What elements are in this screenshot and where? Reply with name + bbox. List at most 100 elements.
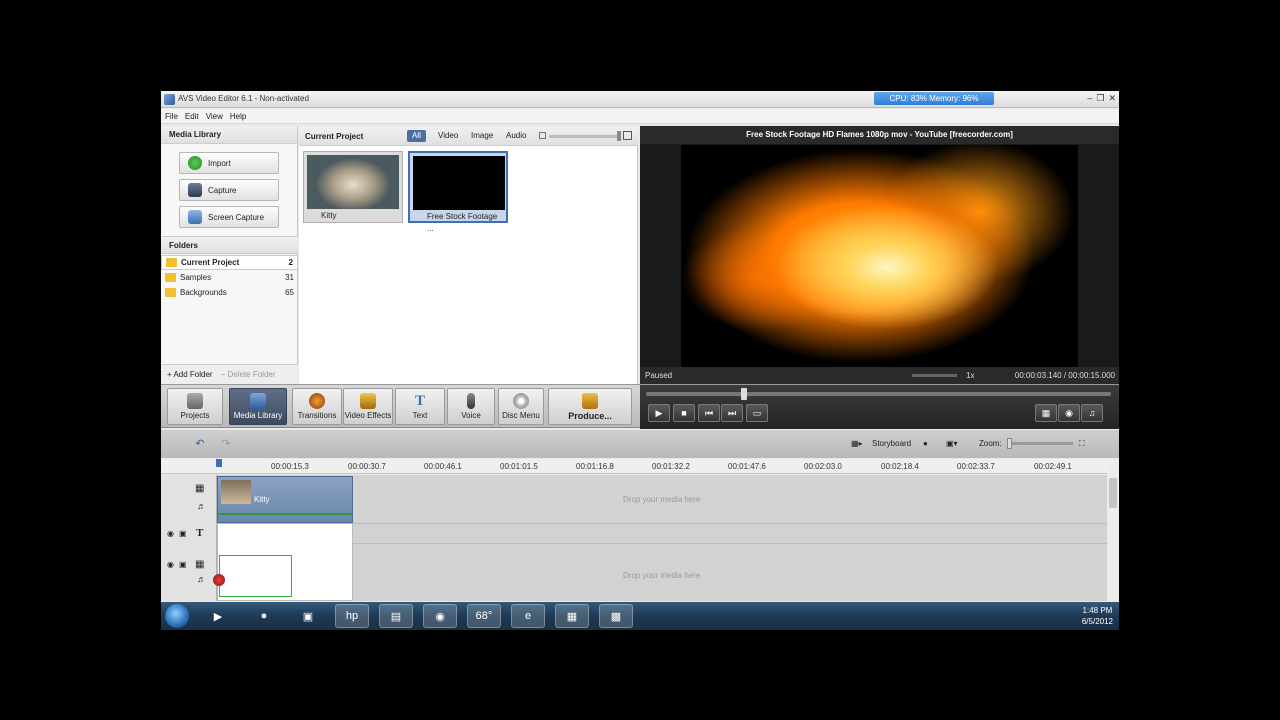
visibility-icon[interactable]: ◉ — [167, 560, 174, 569]
close-icon[interactable]: ✕ — [1108, 93, 1116, 104]
video-effects-label: Video Effects — [344, 411, 392, 420]
seek-bar[interactable] — [646, 388, 1111, 400]
text-label: Text — [412, 411, 428, 420]
ruler-tick: 00:00:46.1 — [424, 462, 462, 471]
visibility-icon[interactable]: ◉ — [167, 529, 174, 538]
preview-status-bar: Paused 1x 00:00:03.140 / 00:00:15.000 — [640, 367, 1119, 384]
delete-folder-button[interactable]: − Delete Folder — [221, 370, 276, 379]
zoom-slider[interactable] — [1007, 438, 1073, 449]
fit-icon[interactable]: ⛶ — [1079, 439, 1085, 449]
disc-menu-button[interactable]: Disc Menu — [498, 388, 544, 425]
playback-time: 00:00:03.140 / 00:00:15.000 — [1014, 371, 1115, 380]
media-item-kitty[interactable]: Kitty — [303, 151, 403, 223]
playback-controls: ▶ ■ ⏮ ⏭ ▭ ▦ ◉ ♫ — [640, 385, 1119, 429]
save-disk-icon[interactable]: ▩ — [599, 604, 633, 628]
voice-record-icon[interactable]: ● — [923, 439, 928, 448]
main-toolbar: Projects Media Library Transitions Video… — [161, 384, 1119, 429]
internet-explorer-icon[interactable]: e — [511, 604, 545, 628]
text-track-icon: T — [196, 527, 204, 539]
audio-track-icon: ♬ — [197, 501, 206, 511]
media-library-header: Media Library — [161, 126, 297, 144]
filter-image[interactable]: Image — [466, 130, 498, 142]
produce-button[interactable]: Produce... — [548, 388, 632, 425]
stop-button[interactable]: ■ — [673, 404, 695, 422]
transitions-button[interactable]: Transitions — [292, 388, 342, 425]
playhead-marker[interactable] — [216, 459, 222, 467]
text-button[interactable]: T Text — [395, 388, 445, 425]
media-player-icon[interactable]: ▶ — [201, 604, 235, 628]
menu-file[interactable]: File — [165, 112, 178, 121]
display-options-icon[interactable]: ▣▾ — [946, 439, 958, 448]
weather-gadget[interactable]: 68° — [467, 604, 501, 628]
small-thumb-icon[interactable] — [539, 132, 546, 139]
ruler-tick: 00:01:47.6 — [728, 462, 766, 471]
capture-button[interactable]: Capture — [179, 179, 279, 201]
volume-icon[interactable]: ♫ — [1081, 404, 1103, 422]
overlay-track-icon: ▦ — [195, 559, 205, 570]
filter-audio[interactable]: Audio — [501, 130, 531, 142]
media-library-panel: Media Library Import Capture Screen Capt… — [161, 126, 298, 384]
overlay-audio-icon: ♬ — [197, 574, 206, 584]
project-header: Current Project All Video Image Audio — [299, 126, 638, 146]
ruler-tick: 00:01:16.8 — [576, 462, 614, 471]
screen-capture-button[interactable]: Screen Capture — [179, 206, 279, 228]
track-controls: ▦ ♬ ◉ ▣ T ◉ ▣ ▦ ♬ — [161, 475, 217, 601]
media-library-button[interactable]: Media Library — [229, 388, 287, 425]
add-folder-button[interactable]: + Add Folder — [167, 370, 213, 379]
desktop-screen: AVS Video Editor 6.1 - Non-activated CPU… — [161, 91, 1119, 630]
redo-icon[interactable]: ↷ — [217, 437, 235, 451]
snapshot-settings-button[interactable]: ▦ — [1035, 404, 1057, 422]
filter-all[interactable]: All — [407, 130, 426, 142]
hp-icon[interactable]: hp — [335, 604, 369, 628]
folder-item-backgrounds[interactable]: Backgrounds 65 — [161, 285, 298, 300]
firefox-icon[interactable]: ◉ — [423, 604, 457, 628]
ruler-tick: 00:00:30.7 — [348, 462, 386, 471]
timeline-scrollbar[interactable] — [1107, 460, 1119, 601]
menu-edit[interactable]: Edit — [185, 112, 199, 121]
next-frame-button[interactable]: ⏭ — [721, 404, 743, 422]
fullscreen-button[interactable]: ▭ — [746, 404, 768, 422]
folder-item-current-project[interactable]: Current Project 2 — [161, 255, 298, 270]
previous-frame-button[interactable]: ⏮ — [698, 404, 720, 422]
menu-view[interactable]: View — [206, 112, 223, 121]
timeline-clip-kitty[interactable]: Kitty — [217, 476, 353, 523]
lock-icon[interactable]: ▣ — [179, 560, 187, 569]
menu-help[interactable]: Help — [230, 112, 246, 121]
large-thumb-icon[interactable] — [623, 131, 632, 140]
file-explorer-icon[interactable]: ▤ — [379, 604, 413, 628]
app-icon-2[interactable]: ▣ — [291, 604, 325, 628]
speed-slider[interactable] — [912, 374, 957, 377]
ruler-tick: 00:00:15.3 — [271, 462, 309, 471]
import-button[interactable]: Import — [179, 152, 279, 174]
video-editor-icon[interactable]: ▦ — [555, 604, 589, 628]
projects-button[interactable]: Projects — [167, 388, 223, 425]
voice-button[interactable]: Voice — [447, 388, 495, 425]
seek-handle[interactable] — [741, 388, 747, 400]
weather-temp: 68° — [475, 610, 493, 622]
app-icon-1[interactable]: ● — [247, 604, 281, 628]
video-effects-button[interactable]: Video Effects — [343, 388, 393, 425]
video-preview[interactable] — [681, 145, 1078, 367]
filter-video[interactable]: Video — [433, 130, 463, 142]
add-folder-label: Add Folder — [173, 370, 213, 379]
minimize-icon[interactable]: – — [1087, 93, 1092, 104]
disc-icon — [513, 393, 529, 409]
folder-item-samples[interactable]: Samples 31 — [161, 270, 298, 285]
project-title: Current Project — [305, 132, 364, 141]
storyboard-toggle[interactable]: Storyboard — [872, 439, 911, 448]
timeline-tracks: ▦ ♬ ◉ ▣ T ◉ ▣ ▦ ♬ Kitty Drop your media … — [161, 475, 1107, 601]
undo-icon[interactable]: ↶ — [191, 437, 209, 451]
window-controls: – ❐ ✕ — [1087, 93, 1116, 104]
storyboard-icon[interactable]: ▦▸ — [851, 439, 863, 448]
play-button[interactable]: ▶ — [648, 404, 670, 422]
media-item-stock-footage[interactable]: Free Stock Footage ... — [408, 151, 508, 233]
timeline-ruler[interactable]: 00:00:15.3 00:00:30.7 00:00:46.1 00:01:0… — [161, 459, 1119, 474]
drop-target-box[interactable] — [219, 555, 292, 597]
restore-icon[interactable]: ❐ — [1096, 93, 1104, 104]
thumb-size-slider[interactable] — [549, 131, 621, 141]
scroll-thumb[interactable] — [1109, 478, 1117, 508]
media-library-icon — [250, 393, 266, 409]
lock-icon[interactable]: ▣ — [179, 529, 187, 538]
start-button[interactable] — [165, 604, 189, 628]
camera-icon[interactable]: ◉ — [1058, 404, 1080, 422]
